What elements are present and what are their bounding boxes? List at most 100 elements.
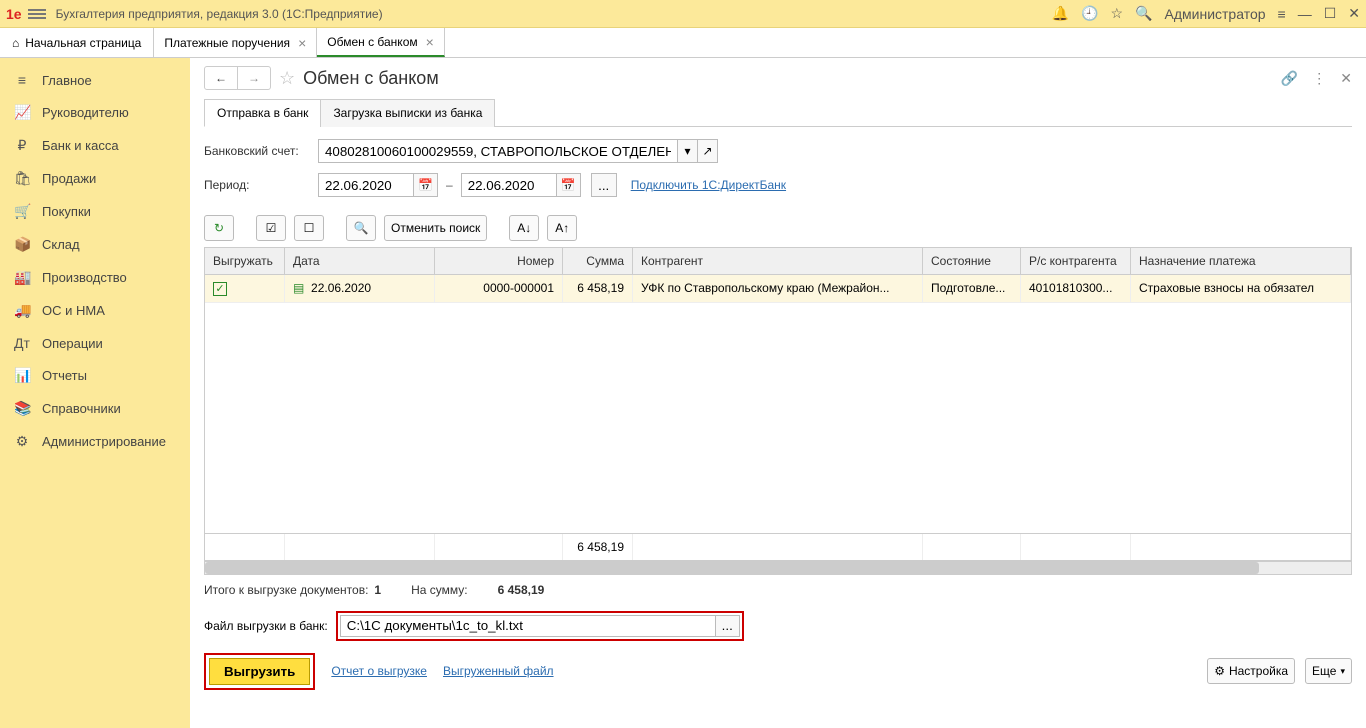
nav-main[interactable]: ≡Главное — [0, 64, 190, 96]
tab-bank-exchange[interactable]: Обмен с банком × — [317, 28, 445, 57]
menu-icon[interactable] — [28, 9, 46, 19]
col-purpose[interactable]: Назначение платежа — [1131, 248, 1351, 274]
truck-icon: 🚚 — [14, 302, 30, 319]
col-number[interactable]: Номер — [435, 248, 563, 274]
star-icon[interactable]: ☆ — [1111, 5, 1124, 22]
history-icon[interactable]: 🕘 — [1081, 5, 1098, 22]
summary: Итого к выгрузке документов:1 На сумму:6… — [204, 575, 1352, 605]
favorite-star-icon[interactable]: ☆ — [279, 68, 295, 89]
home-icon: ⌂ — [12, 36, 19, 50]
nav-bank[interactable]: ₽Банк и касса — [0, 129, 190, 162]
grid-header: Выгружать Дата Номер Сумма Контрагент Со… — [205, 248, 1351, 275]
admin-label[interactable]: Администратор — [1165, 6, 1266, 22]
doc-icon: ▤ — [293, 281, 304, 295]
link-icon[interactable]: 🔗 — [1281, 70, 1298, 87]
search-icon[interactable]: 🔍 — [1135, 5, 1152, 22]
file-browse-button[interactable]: ... — [716, 615, 740, 637]
col-sum[interactable]: Сумма — [563, 248, 633, 274]
nav-manager[interactable]: 📈Руководителю — [0, 96, 190, 129]
nav-warehouse[interactable]: 📦Склад — [0, 228, 190, 261]
col-date[interactable]: Дата — [285, 248, 435, 274]
cancel-search-button[interactable]: Отменить поиск — [384, 215, 487, 241]
close-tab-icon[interactable]: × — [298, 35, 306, 51]
close-tab-icon[interactable]: × — [426, 34, 434, 50]
tab-payment-orders[interactable]: Платежные поручения × — [154, 28, 317, 57]
h-scrollbar[interactable] — [204, 561, 1352, 575]
subtab-load[interactable]: Загрузка выписки из банка — [320, 99, 495, 127]
subtabs: Отправка в банк Загрузка выписки из банк… — [204, 98, 1352, 127]
settings-button[interactable]: ⚙Настройка — [1207, 658, 1295, 684]
period-label: Период: — [204, 178, 318, 192]
tab-label: Обмен с банком — [327, 35, 417, 49]
check-all-button[interactable]: ☑ — [256, 215, 286, 241]
export-highlight-box: Выгрузить — [204, 653, 315, 690]
close-page-icon[interactable]: ✕ — [1340, 70, 1352, 87]
nav-production[interactable]: 🏭Производство — [0, 261, 190, 294]
bottom-bar: Выгрузить Отчет о выгрузке Выгруженный ф… — [204, 653, 1352, 690]
gear-icon: ⚙ — [1214, 664, 1225, 678]
calendar-from-icon[interactable]: 📅 — [414, 173, 438, 197]
refresh-button[interactable]: ↻ — [204, 215, 234, 241]
minimize-icon[interactable]: — — [1298, 6, 1312, 22]
open-icon[interactable]: ↗ — [698, 139, 718, 163]
nav-operations[interactable]: ДтОперации — [0, 327, 190, 359]
bag-icon: 🛍 — [14, 170, 30, 187]
report-link[interactable]: Отчет о выгрузке — [331, 664, 427, 678]
chart-icon: 📈 — [14, 104, 30, 121]
maximize-icon[interactable]: ☐ — [1324, 5, 1337, 22]
date-to-input[interactable] — [461, 173, 557, 197]
account-combo[interactable]: ▾ ↗ — [318, 139, 718, 163]
filter-icon[interactable]: ≡ — [1278, 6, 1286, 22]
col-export[interactable]: Выгружать — [205, 248, 285, 274]
col-counterparty[interactable]: Контрагент — [633, 248, 923, 274]
nav-directories[interactable]: 📚Справочники — [0, 392, 190, 425]
date-from-input[interactable] — [318, 173, 414, 197]
calendar-to-icon[interactable]: 📅 — [557, 173, 581, 197]
account-label: Банковский счет: — [204, 144, 318, 158]
books-icon: 📚 — [14, 400, 30, 417]
tab-home[interactable]: ⌂ Начальная страница — [0, 28, 154, 57]
chevron-down-icon: ▾ — [1340, 666, 1345, 677]
grid: Выгружать Дата Номер Сумма Контрагент Со… — [204, 247, 1352, 561]
uncheck-all-button[interactable]: ☐ — [294, 215, 324, 241]
list-icon: ≡ — [14, 72, 30, 88]
nav-reports[interactable]: 📊Отчеты — [0, 359, 190, 392]
find-button[interactable]: 🔍 — [346, 215, 376, 241]
dropdown-icon[interactable]: ▾ — [678, 139, 698, 163]
box-icon: 📦 — [14, 236, 30, 253]
nav-arrows: ← → — [204, 66, 271, 90]
dt-icon: Дт — [14, 335, 30, 351]
nav-admin[interactable]: ⚙Администрирование — [0, 425, 190, 458]
direct-bank-link[interactable]: Подключить 1С:ДиректБанк — [631, 178, 786, 192]
docs-count: 1 — [374, 583, 381, 597]
file-highlight-box: ... — [336, 611, 744, 641]
export-button[interactable]: Выгрузить — [209, 658, 310, 685]
row-checkbox[interactable]: ✓ — [213, 282, 227, 296]
account-input[interactable] — [318, 139, 678, 163]
file-path-input[interactable] — [340, 615, 716, 637]
nav-os-nma[interactable]: 🚚ОС и НМА — [0, 294, 190, 327]
title-bar: 1e Бухгалтерия предприятия, редакция 3.0… — [0, 0, 1366, 28]
bell-icon[interactable]: 🔔 — [1052, 5, 1069, 22]
sum-value: 6 458,19 — [498, 583, 545, 597]
grid-row[interactable]: ✓ ▤ 22.06.2020 0000-000001 6 458,19 УФК … — [205, 275, 1351, 303]
sidebar: ≡Главное 📈Руководителю ₽Банк и касса 🛍Пр… — [0, 58, 190, 728]
factory-icon: 🏭 — [14, 269, 30, 286]
bars-icon: 📊 — [14, 367, 30, 384]
back-button[interactable]: ← — [205, 67, 238, 89]
tab-label: Платежные поручения — [164, 36, 290, 50]
content: ← → ☆ Обмен с банком 🔗 ⋮ ✕ Отправка в ба… — [190, 58, 1366, 728]
col-account[interactable]: Р/с контрагента — [1021, 248, 1131, 274]
subtab-send[interactable]: Отправка в банк — [204, 99, 321, 127]
sort-asc-button[interactable]: A↓ — [509, 215, 539, 241]
sort-desc-button[interactable]: A↑ — [547, 215, 577, 241]
file-link[interactable]: Выгруженный файл — [443, 664, 554, 678]
menu-dots-icon[interactable]: ⋮ — [1312, 70, 1326, 87]
close-icon[interactable]: ✕ — [1348, 5, 1360, 22]
nav-purchases[interactable]: 🛒Покупки — [0, 195, 190, 228]
nav-sales[interactable]: 🛍Продажи — [0, 162, 190, 195]
forward-button[interactable]: → — [238, 67, 270, 89]
more-button[interactable]: Еще▾ — [1305, 658, 1352, 684]
period-ellipsis-button[interactable]: ... — [591, 173, 617, 197]
col-state[interactable]: Состояние — [923, 248, 1021, 274]
